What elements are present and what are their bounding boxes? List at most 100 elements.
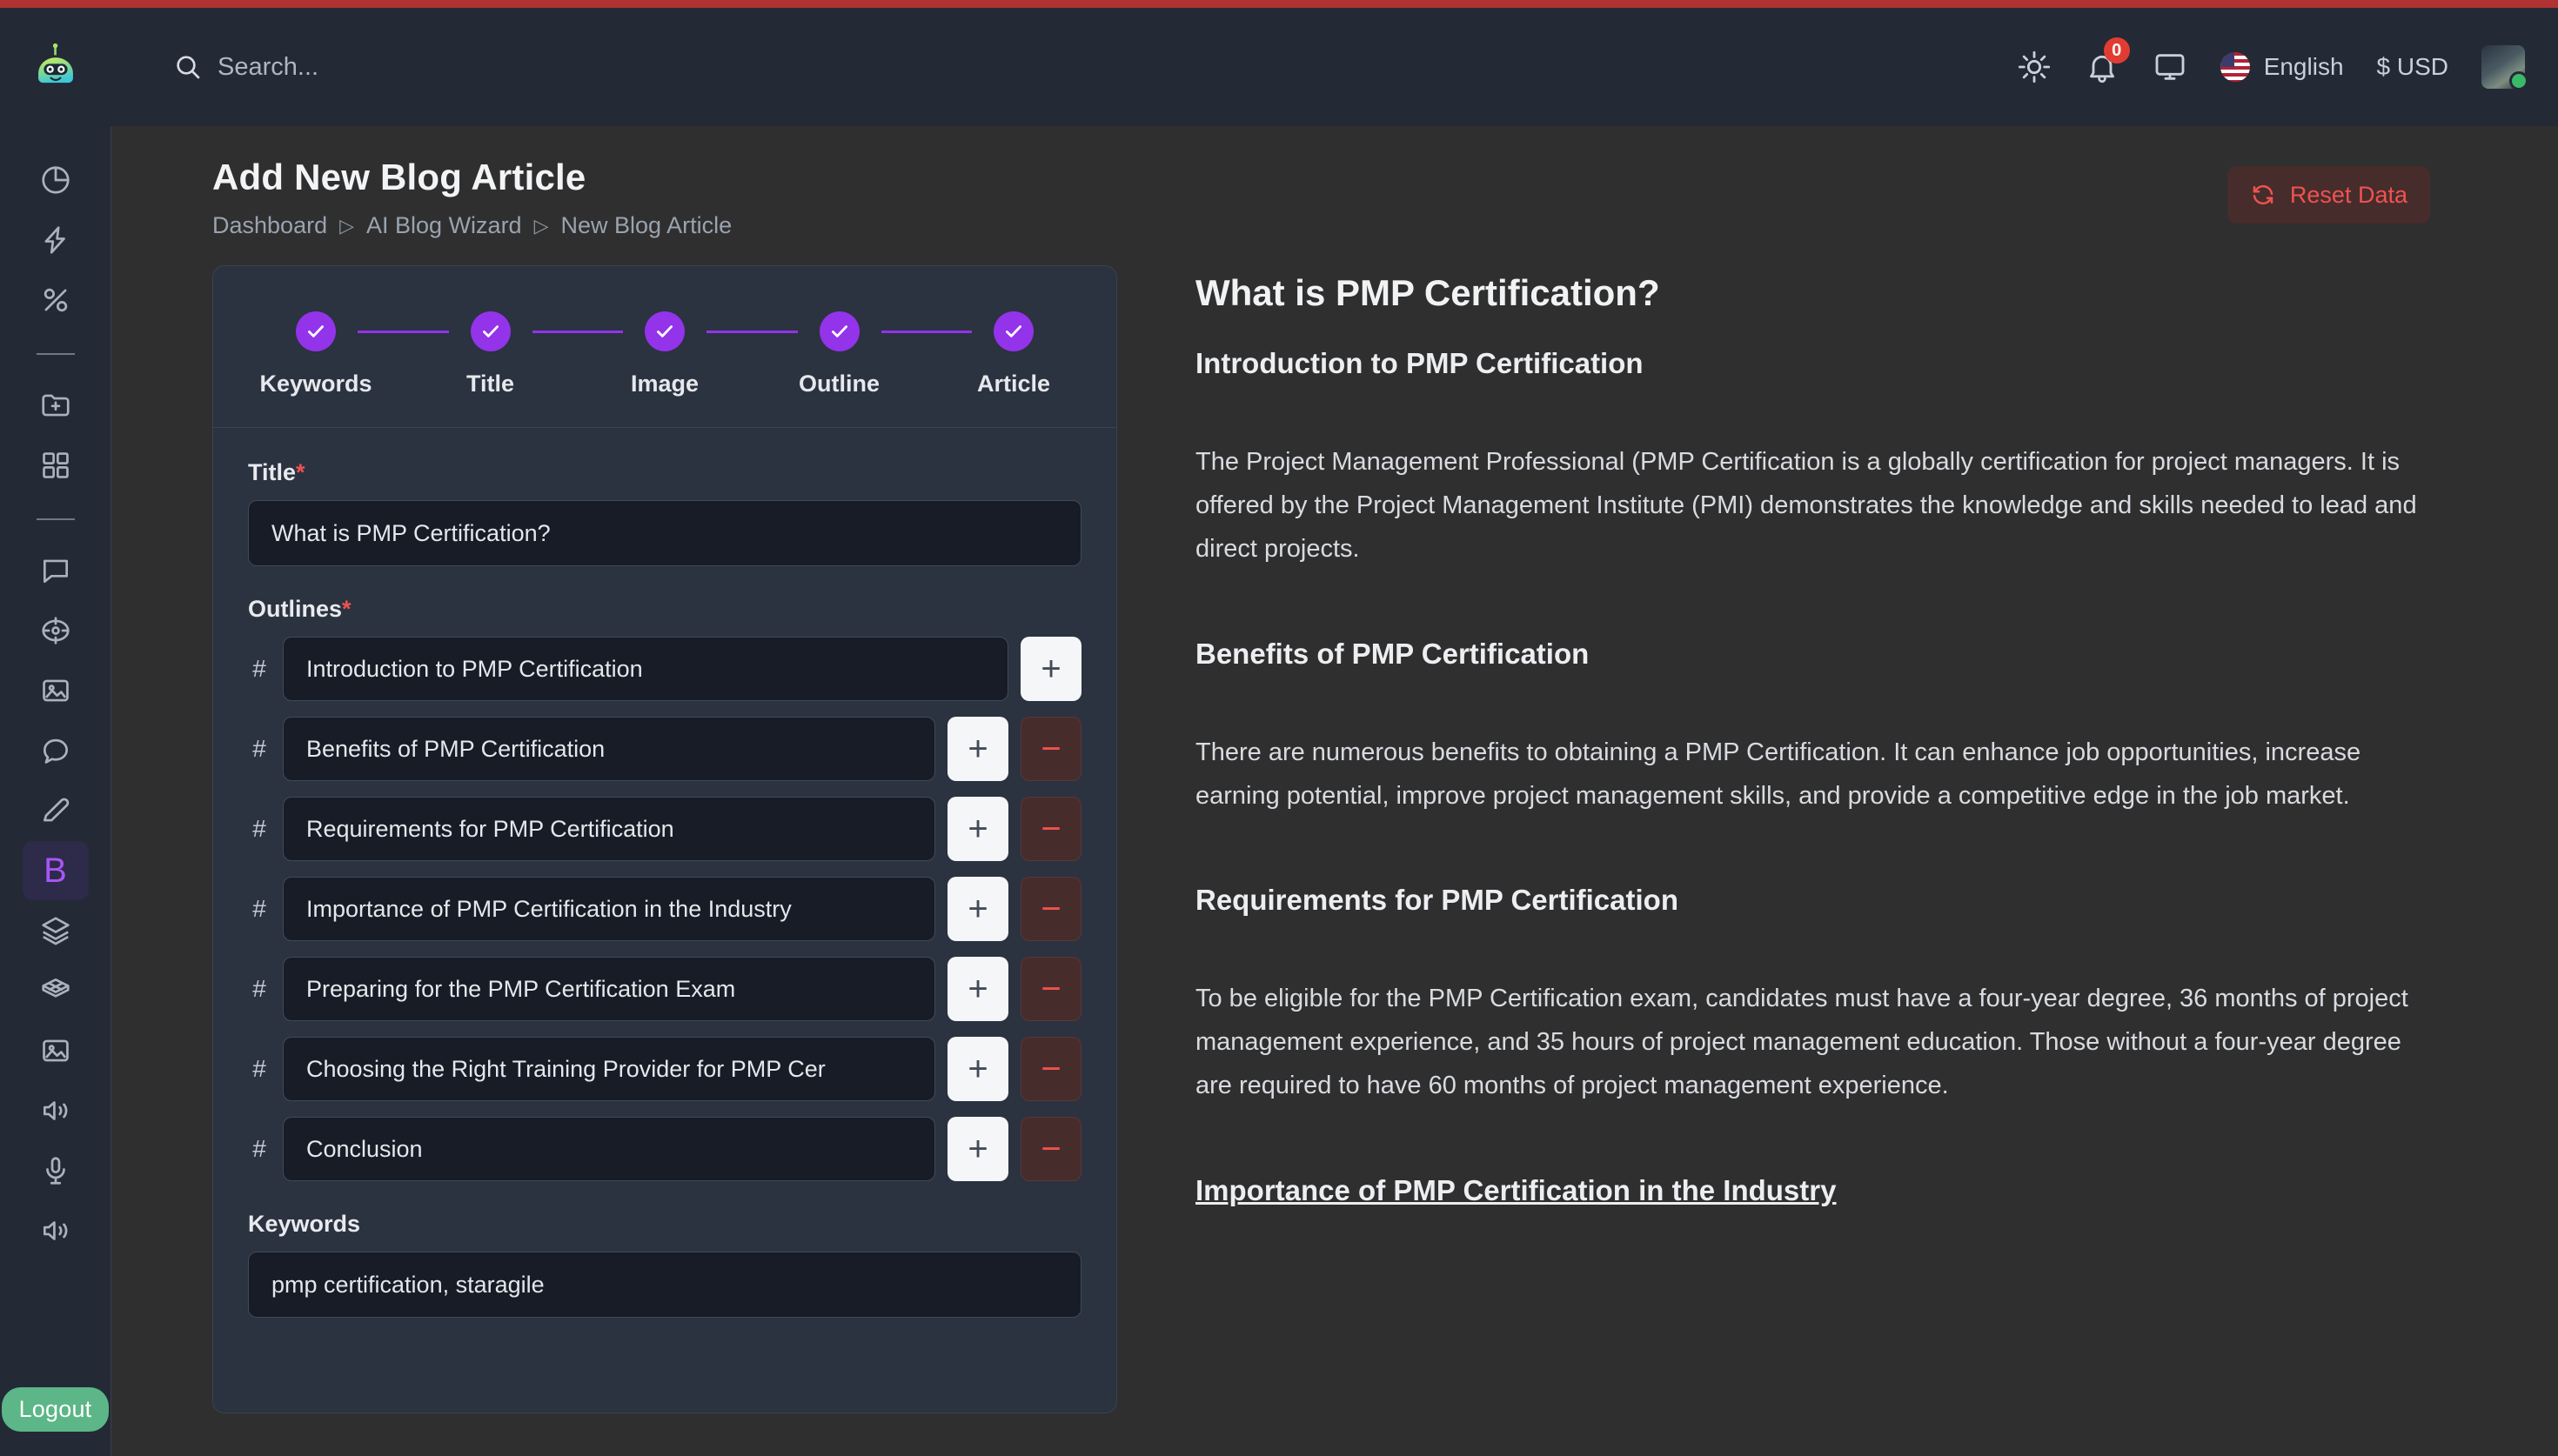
sidebar-item-blog-wizard[interactable]: B	[22, 841, 89, 900]
remove-outline-button[interactable]: −	[1021, 1117, 1081, 1181]
preview-section-paragraph: There are numerous benefits to obtaining…	[1195, 738, 2361, 810]
remove-outline-button[interactable]: −	[1021, 717, 1081, 781]
step-keywords[interactable]: Keywords	[259, 311, 372, 397]
sidebar-item-3d-models[interactable]	[23, 961, 89, 1020]
outline-input[interactable]	[283, 717, 935, 781]
step-outline[interactable]: Outline	[798, 311, 881, 397]
breadcrumb-item-ai-blog-wizard[interactable]: AI Blog Wizard	[366, 212, 522, 239]
sidebar-item-new-folder[interactable]	[23, 376, 89, 435]
sidebar-item-messages[interactable]	[23, 721, 89, 780]
content-columns: Keywords Title Image Outline Article Tit…	[112, 265, 2558, 1413]
hash-icon: #	[252, 975, 266, 1002]
notifications-button[interactable]: 0	[2085, 37, 2130, 84]
title-input[interactable]	[248, 500, 1081, 566]
sidebar-item-chat[interactable]	[23, 541, 89, 600]
add-outline-button[interactable]: +	[948, 717, 1008, 781]
search-placeholder: Search...	[218, 52, 319, 81]
logout-button[interactable]: Logout	[1, 1387, 110, 1432]
page-header: Add New Blog Article Dashboard ▷ AI Blog…	[112, 126, 2558, 239]
step-dot-completed	[296, 311, 336, 351]
online-status-dot	[2509, 71, 2528, 90]
step-dot-completed	[994, 311, 1034, 351]
add-outline-button[interactable]: +	[948, 1037, 1008, 1101]
step-label: Keywords	[259, 371, 372, 397]
sidebar-item-target[interactable]	[23, 601, 89, 660]
step-article[interactable]: Article	[972, 311, 1055, 397]
preview-section-paragraph: To be eligible for the PMP Certification…	[1195, 985, 2408, 1100]
avatar[interactable]	[2481, 45, 2528, 90]
sidebar-item-images[interactable]	[23, 661, 89, 720]
monitor-icon[interactable]	[2153, 50, 2187, 84]
breadcrumb-item-new-blog-article[interactable]: New Blog Article	[561, 212, 733, 239]
step-label: Outline	[799, 371, 880, 397]
sidebar-item-text-to-speech[interactable]	[23, 1081, 89, 1140]
preview-section-heading: Importance of PMP Certification in the I…	[1195, 1174, 1837, 1206]
outline-row: # + −	[248, 717, 1081, 781]
robot-logo-icon	[38, 43, 73, 83]
article-preview: What is PMP Certification? Introduction …	[1117, 265, 2558, 1413]
wizard-column: Keywords Title Image Outline Article Tit…	[212, 265, 1117, 1413]
outline-input[interactable]	[283, 957, 935, 1021]
step-dot-completed	[645, 311, 685, 351]
language-selector[interactable]: English	[2220, 52, 2344, 82]
outline-row: # +	[248, 637, 1081, 701]
wizard-stepper: Keywords Title Image Outline Article	[213, 266, 1116, 428]
remove-outline-button[interactable]: −	[1021, 797, 1081, 861]
outline-input[interactable]	[283, 1037, 935, 1101]
reset-data-button[interactable]: Reset Data	[2227, 166, 2430, 224]
outline-input[interactable]	[283, 637, 1008, 701]
message-icon	[43, 738, 68, 764]
add-outline-button[interactable]: +	[1021, 637, 1081, 701]
step-label: Article	[976, 371, 1051, 397]
sidebar-item-writer[interactable]	[23, 781, 89, 840]
sun-icon[interactable]	[2017, 50, 2052, 84]
remove-outline-button[interactable]: −	[1021, 1037, 1081, 1101]
sidebar-item-activity[interactable]	[23, 210, 89, 270]
outlines-list: # + # + − #	[248, 637, 1081, 1181]
sidebar-item-layers[interactable]	[23, 901, 89, 960]
divider-1	[36, 353, 75, 355]
main-content: Add New Blog Article Dashboard ▷ AI Blog…	[112, 126, 2558, 1456]
outline-row: # + −	[248, 877, 1081, 941]
breadcrumb-item-dashboard[interactable]: Dashboard	[212, 212, 327, 239]
sidebar-item-image-tools[interactable]	[23, 1021, 89, 1080]
us-flag-icon	[2220, 52, 2250, 82]
pen-icon	[43, 798, 69, 822]
sidebar-item-analytics[interactable]	[23, 150, 89, 210]
remove-outline-button[interactable]: −	[1021, 877, 1081, 941]
step-dot-completed	[470, 311, 511, 351]
add-outline-button[interactable]: +	[948, 877, 1008, 941]
add-outline-button[interactable]: +	[948, 1117, 1008, 1181]
hash-icon: #	[252, 1135, 266, 1162]
keywords-input[interactable]	[248, 1252, 1081, 1318]
outline-input[interactable]	[283, 797, 935, 861]
top-header: Search... 0 English $ USD	[0, 8, 2558, 126]
folder-plus-icon	[41, 394, 70, 417]
outline-row: # + −	[248, 1117, 1081, 1181]
b-letter-icon: B	[44, 852, 67, 890]
sidebar-item-audio[interactable]	[23, 1201, 89, 1260]
step-title[interactable]: Title	[449, 311, 532, 397]
remove-outline-button[interactable]: −	[1021, 957, 1081, 1021]
step-image[interactable]: Image	[623, 311, 706, 397]
add-outline-button[interactable]: +	[948, 797, 1008, 861]
app-logo[interactable]	[0, 42, 111, 92]
outline-input[interactable]	[283, 1117, 935, 1181]
keywords-field-label: Keywords	[248, 1211, 361, 1237]
step-connector	[706, 331, 798, 333]
add-outline-button[interactable]: +	[948, 957, 1008, 1021]
outline-row: # + −	[248, 797, 1081, 861]
currency-selector[interactable]: $ USD	[2377, 53, 2448, 81]
sidebar-item-apps[interactable]	[23, 436, 89, 495]
sidebar-item-discounts[interactable]	[23, 270, 89, 330]
sidebar-item-voice[interactable]	[23, 1141, 89, 1200]
search-input[interactable]: Search...	[174, 53, 318, 82]
box-3d-icon	[41, 978, 70, 998]
breadcrumb-separator: ▷	[339, 214, 355, 237]
step-connector	[881, 331, 972, 333]
outline-input[interactable]	[283, 877, 935, 941]
hash-icon: #	[252, 655, 266, 682]
step-connector	[532, 331, 623, 333]
breadcrumb: Dashboard ▷ AI Blog Wizard ▷ New Blog Ar…	[212, 212, 2558, 239]
check-icon	[1006, 325, 1021, 337]
